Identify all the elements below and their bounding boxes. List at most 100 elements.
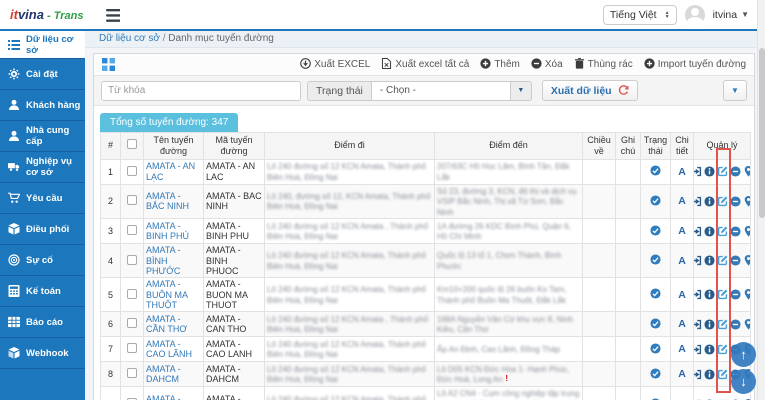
- edit-icon[interactable]: [717, 344, 728, 355]
- remove-icon[interactable]: [729, 226, 741, 237]
- row-checkbox[interactable]: [127, 225, 137, 236]
- route-name-link[interactable]: AMATA - BUÔN MA THUỘT: [146, 279, 188, 310]
- assign-icon[interactable]: [694, 255, 702, 266]
- location-icon[interactable]: [743, 225, 750, 237]
- sidebar-item-4[interactable]: Nhà cung cấp: [0, 121, 85, 152]
- detail-font-icon[interactable]: A: [678, 289, 686, 301]
- detail-font-icon[interactable]: A: [678, 255, 686, 267]
- filter-expand-button[interactable]: ▼: [723, 80, 747, 101]
- sidebar-item-11[interactable]: Webhook: [0, 338, 85, 369]
- assign-icon[interactable]: [694, 289, 702, 300]
- sidebar-item-9[interactable]: Kế toán: [0, 276, 85, 307]
- route-name-link[interactable]: AMATA - BINH PHÚ: [146, 221, 189, 241]
- toolbar-action-3[interactable]: Thêm: [480, 57, 520, 72]
- sidebar-item-8[interactable]: Sự cố: [0, 245, 85, 276]
- info-icon[interactable]: [703, 255, 715, 266]
- page-scrollbar[interactable]: [757, 0, 765, 400]
- status-active-icon[interactable]: [650, 165, 661, 178]
- status-active-icon[interactable]: [650, 195, 661, 208]
- sidebar-item-3[interactable]: Khách hàng: [0, 90, 85, 121]
- edit-icon[interactable]: [717, 166, 728, 177]
- route-name-link[interactable]: AMATA - CAO LÃNH: [146, 339, 192, 359]
- assign-icon[interactable]: [694, 226, 702, 237]
- location-icon[interactable]: [743, 318, 750, 330]
- row-checkbox[interactable]: [127, 254, 137, 265]
- sidebar-item-10[interactable]: Báo cáo: [0, 307, 85, 338]
- status-active-icon[interactable]: [650, 288, 661, 301]
- assign-icon[interactable]: [694, 369, 702, 380]
- location-icon[interactable]: [743, 255, 750, 267]
- sidebar-item-7[interactable]: Điều phối: [0, 214, 85, 245]
- remove-icon[interactable]: [729, 166, 741, 177]
- detail-font-icon[interactable]: A: [678, 225, 686, 237]
- detail-font-icon[interactable]: A: [678, 318, 686, 330]
- status-active-icon[interactable]: [650, 225, 661, 238]
- edit-icon[interactable]: [717, 319, 728, 330]
- edit-icon[interactable]: [717, 255, 728, 266]
- remove-icon[interactable]: [729, 255, 741, 266]
- info-icon[interactable]: [703, 226, 715, 237]
- select-all-checkbox[interactable]: [127, 139, 137, 150]
- detail-font-icon[interactable]: A: [678, 166, 686, 178]
- row-checkbox[interactable]: [127, 318, 137, 329]
- assign-icon[interactable]: [694, 166, 702, 177]
- toolbar-action-5[interactable]: Thùng rác: [574, 57, 633, 72]
- row-checkbox[interactable]: [127, 288, 137, 299]
- assign-icon[interactable]: [694, 319, 702, 330]
- sidebar-item-5[interactable]: Nghiệp vụ cơ sở: [0, 152, 85, 183]
- route-name-link[interactable]: AMATA - DAHN: [146, 394, 181, 400]
- location-icon[interactable]: [743, 195, 750, 207]
- info-icon[interactable]: [703, 319, 715, 330]
- keyword-input[interactable]: [101, 80, 301, 101]
- row-checkbox[interactable]: [127, 343, 137, 354]
- edit-icon[interactable]: [717, 226, 728, 237]
- status-select[interactable]: - Chọn -: [370, 80, 511, 101]
- assign-icon[interactable]: [694, 196, 702, 207]
- assign-icon[interactable]: [694, 344, 702, 355]
- toolbar-action-6[interactable]: Import tuyến đường: [644, 57, 746, 72]
- info-icon[interactable]: [703, 166, 715, 177]
- status-active-icon[interactable]: [650, 318, 661, 331]
- status-select-caret-icon[interactable]: ▼: [510, 80, 532, 101]
- breadcrumb-parent[interactable]: Dữ liệu cơ sở: [99, 33, 160, 44]
- row-checkbox[interactable]: [127, 368, 137, 379]
- location-icon[interactable]: [743, 166, 750, 177]
- sidebar-item-6[interactable]: Yêu cầu: [0, 183, 85, 214]
- info-icon[interactable]: [703, 196, 715, 207]
- route-name-link[interactable]: AMATA - DAHCM: [146, 364, 181, 384]
- edit-icon[interactable]: [717, 289, 728, 300]
- detail-font-icon[interactable]: A: [678, 343, 686, 355]
- avatar[interactable]: [684, 4, 705, 25]
- route-name-link[interactable]: AMATA - CẦN THƠ: [146, 314, 187, 334]
- toolbar-action-4[interactable]: Xóa: [531, 57, 563, 72]
- route-name-link[interactable]: AMATA - BÌNH PHƯỚC: [146, 245, 181, 276]
- remove-icon[interactable]: [729, 289, 741, 300]
- toolbar-action-2[interactable]: Xuất excel tất cả: [381, 57, 469, 72]
- scrollbar-thumb[interactable]: [759, 48, 765, 218]
- language-select[interactable]: Tiếng Việt ▲ ▼: [602, 4, 677, 25]
- sidebar-item-2[interactable]: Cài đặt: [0, 59, 85, 90]
- status-active-icon[interactable]: [650, 368, 661, 381]
- info-icon[interactable]: [703, 344, 715, 355]
- edit-icon[interactable]: [717, 196, 728, 207]
- row-checkbox[interactable]: [127, 165, 137, 176]
- remove-icon[interactable]: [729, 319, 741, 330]
- scroll-to-bottom-button[interactable]: ↓: [731, 369, 756, 394]
- menu-toggle-icon[interactable]: [105, 8, 121, 22]
- status-active-icon[interactable]: [650, 343, 661, 356]
- sidebar-item-1[interactable]: Dữ liệu cơ sở: [0, 31, 85, 59]
- location-icon[interactable]: [743, 289, 750, 301]
- detail-font-icon[interactable]: A: [678, 368, 686, 380]
- user-menu[interactable]: itvina ▼: [713, 9, 749, 21]
- info-icon[interactable]: [703, 369, 715, 380]
- info-icon[interactable]: [703, 289, 715, 300]
- status-active-icon[interactable]: [650, 254, 661, 267]
- row-checkbox[interactable]: [127, 195, 137, 206]
- scroll-to-top-button[interactable]: ↑: [731, 342, 756, 367]
- remove-icon[interactable]: [729, 196, 741, 207]
- route-name-link[interactable]: AMATA - AN LẠC: [146, 161, 195, 181]
- toolbar-action-1[interactable]: Xuất EXCEL: [300, 57, 370, 72]
- route-name-link[interactable]: AMATA - BẮC NINH: [146, 191, 189, 211]
- edit-icon[interactable]: [717, 369, 728, 380]
- export-data-button[interactable]: Xuất dữ liệu: [541, 80, 638, 101]
